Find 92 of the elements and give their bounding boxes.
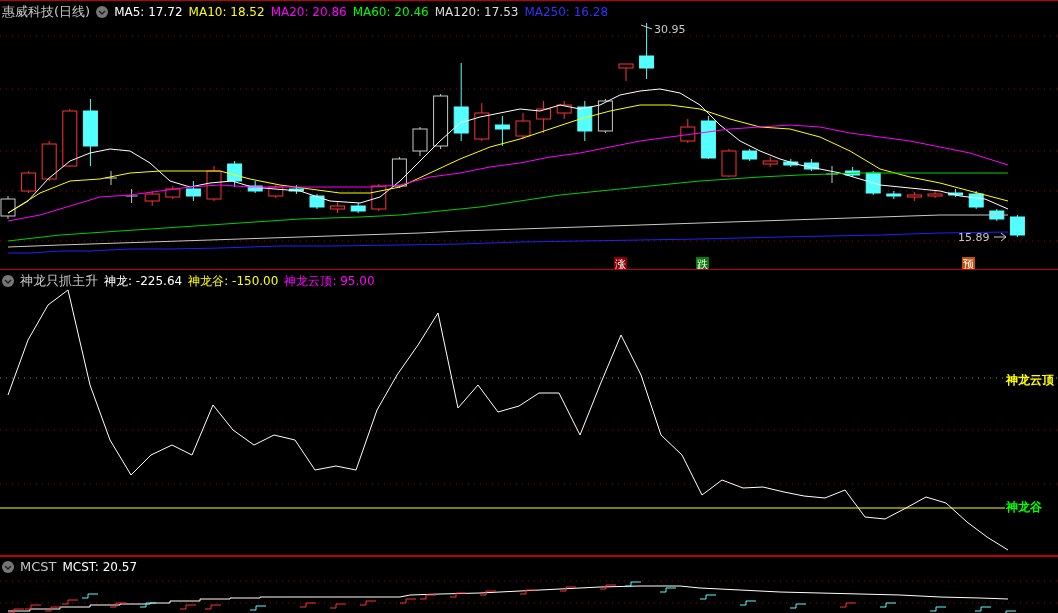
candlestick <box>494 115 510 147</box>
price-step-mark <box>699 594 717 600</box>
candlestick <box>639 22 655 80</box>
candlestick <box>288 184 304 195</box>
price-step-mark <box>479 590 497 596</box>
price-step-mark <box>359 600 377 606</box>
price-step-mark <box>879 602 897 608</box>
price-step-mark <box>399 598 417 604</box>
signal-badge: 跌 <box>696 257 709 269</box>
candlestick <box>948 188 964 198</box>
price-step-mark <box>81 593 99 599</box>
candlestick <box>700 115 716 160</box>
candlestick <box>82 98 98 167</box>
indicator-value: MA60: 20.46 <box>352 5 429 19</box>
arrow-icon <box>993 232 1007 242</box>
candlestick <box>803 158 819 172</box>
candlestick <box>41 140 57 182</box>
candlestick <box>989 208 1005 222</box>
candlestick <box>742 148 758 162</box>
candlestick <box>680 118 696 144</box>
price-step-mark <box>204 604 222 610</box>
candlestick <box>62 108 78 168</box>
candlestick <box>309 193 325 210</box>
indicator-value: 神龙云顶: 95.00 <box>284 272 375 290</box>
indicator-value: MA250: 16.28 <box>524 5 609 19</box>
candlestick <box>906 191 922 202</box>
candlestick <box>515 112 531 140</box>
candlestick <box>104 170 118 186</box>
candlestick <box>185 180 201 202</box>
level-label: 神龙谷 <box>1006 500 1042 514</box>
collapse-toggle-icon[interactable] <box>2 560 14 573</box>
collapse-toggle-icon[interactable] <box>2 275 14 287</box>
indicator-value: MA120: 17.53 <box>434 5 519 19</box>
candlestick <box>618 63 634 82</box>
indicator-title: 神龙只抓主升 <box>20 272 98 290</box>
candlestick <box>144 190 160 207</box>
candlestick <box>125 188 139 204</box>
candlestick <box>350 202 366 214</box>
candlestick <box>886 190 902 200</box>
level-label: 神龙云顶 <box>1006 373 1054 387</box>
price-step-mark <box>249 605 267 611</box>
collapse-toggle-icon[interactable] <box>96 6 109 18</box>
candlestick <box>474 102 490 142</box>
indicator-value: MA20: 20.86 <box>270 5 347 19</box>
candlestick <box>165 185 181 200</box>
price-step-mark <box>929 606 947 612</box>
indicator-value: MCST: 20.57 <box>62 559 138 574</box>
price-step-mark <box>974 606 992 612</box>
candlestick <box>927 190 943 199</box>
price-step-mark <box>109 602 127 608</box>
candlestick <box>597 98 613 134</box>
price-step-mark <box>179 604 197 610</box>
price-step-mark <box>739 600 757 606</box>
price-step-mark <box>559 586 577 592</box>
price-step-mark <box>329 603 347 609</box>
price-step-mark <box>624 581 642 587</box>
candlestick <box>412 126 428 157</box>
candlestick <box>968 190 984 210</box>
candlestick <box>391 156 407 189</box>
indicator-value: MA5: 17.72 <box>114 5 183 19</box>
candlestick <box>762 156 778 168</box>
price-step-mark <box>299 602 317 608</box>
price-step-mark <box>599 584 617 590</box>
price-step-mark <box>419 594 437 600</box>
indicator-title: MCST <box>20 559 57 574</box>
candlestick <box>556 100 572 120</box>
price-step-mark <box>449 592 467 598</box>
indicator-value: 神龙: -225.64 <box>104 272 183 290</box>
candlestick <box>721 148 737 178</box>
candlestick <box>845 166 861 178</box>
candlestick <box>21 170 37 194</box>
price-step-mark <box>519 589 537 595</box>
candlestick <box>247 180 263 194</box>
price-step-mark <box>659 587 677 593</box>
candlestick <box>0 195 16 220</box>
signal-badge: 涨 <box>614 257 627 269</box>
candlestick <box>577 100 593 142</box>
candlestick <box>1009 214 1025 238</box>
price-step-mark <box>789 603 807 609</box>
chart-title: 惠威科技(日线) <box>2 3 91 21</box>
candlestick <box>433 93 449 150</box>
signal-badge: 预 <box>962 257 975 269</box>
price-step-mark <box>139 602 157 608</box>
candlestick <box>783 158 799 168</box>
indicator-value: MA10: 18.52 <box>188 5 265 19</box>
low-price-label: 15.89 <box>958 231 990 244</box>
candlestick <box>330 200 346 214</box>
indicator-value: 神龙谷: -150.00 <box>188 272 279 290</box>
price-step-mark <box>839 602 857 608</box>
candlestick <box>268 184 284 199</box>
candlestick <box>227 160 243 188</box>
candlestick <box>536 100 552 134</box>
